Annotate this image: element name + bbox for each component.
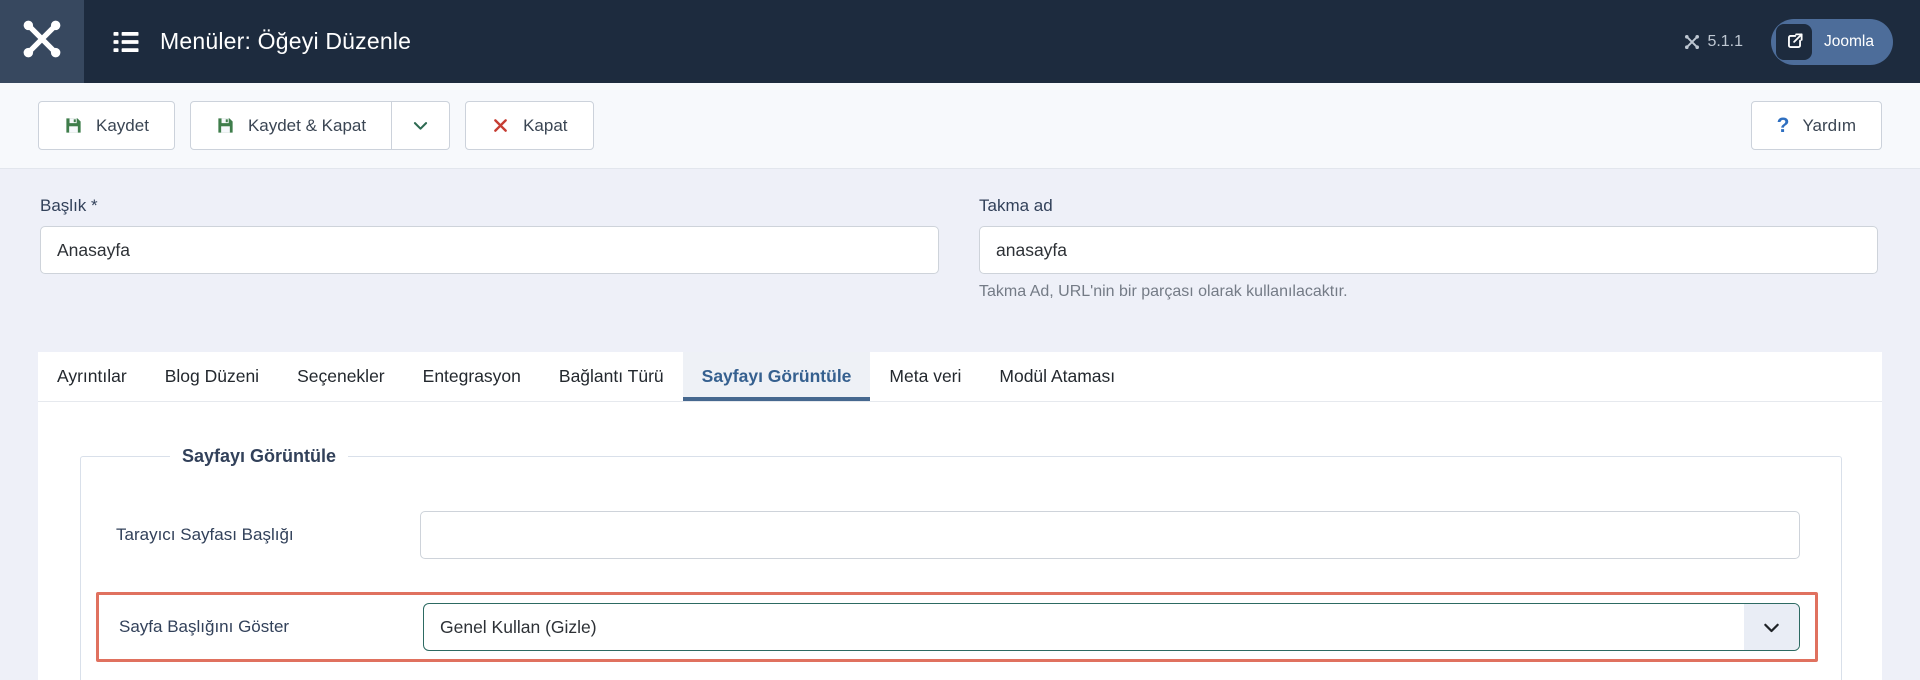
- tab-bar: Ayrıntılar Blog Düzeni Seçenekler Entegr…: [38, 352, 1882, 402]
- edit-tab-card: Ayrıntılar Blog Düzeni Seçenekler Entegr…: [38, 352, 1882, 680]
- tab-content-sayfayi-goruntule: Sayfayı Görüntüle Tarayıcı Sayfası Başlı…: [38, 402, 1882, 680]
- menu-list-icon: [111, 27, 141, 57]
- site-preview-label: Joomla: [1824, 32, 1874, 50]
- save-button[interactable]: Kaydet: [38, 101, 175, 150]
- browser-page-title-input[interactable]: [420, 511, 1800, 559]
- joomla-logo-icon: [21, 18, 63, 65]
- save-close-floppy-icon: [216, 116, 235, 135]
- tab-blog-duzeni[interactable]: Blog Düzeni: [146, 352, 278, 401]
- question-icon: ?: [1776, 114, 1790, 137]
- save-close-button-label: Kaydet & Kapat: [247, 115, 367, 135]
- close-x-icon: [491, 116, 510, 135]
- external-link-icon: [1776, 23, 1813, 60]
- browser-page-title-label: Tarayıcı Sayfası Başlığı: [116, 525, 294, 544]
- help-button-label: Yardım: [1802, 115, 1856, 135]
- show-page-heading-select[interactable]: Genel Kullan (Gizle): [423, 603, 1800, 651]
- show-page-heading-label: Sayfa Başlığını Göster: [119, 617, 290, 636]
- title-field-group: Başlık *: [40, 196, 939, 301]
- navbar: Menüler: Öğeyi Düzenle 5.1.1 Joomla: [0, 0, 1920, 83]
- alias-input[interactable]: [979, 226, 1878, 274]
- tab-modul-atamasi[interactable]: Modül Ataması: [980, 352, 1134, 401]
- tab-baglanti-turu[interactable]: Bağlantı Türü: [540, 352, 683, 401]
- alias-field-label: Takma ad: [979, 196, 1053, 215]
- main-content: Başlık * Takma ad Takma Ad, URL'nin bir …: [0, 169, 1920, 680]
- title-input[interactable]: [40, 226, 939, 274]
- save-button-label: Kaydet: [96, 115, 149, 135]
- browser-page-title-row: Tarayıcı Sayfası Başlığı: [116, 511, 1800, 559]
- select-chevron-zone: [1744, 604, 1799, 650]
- show-page-heading-row-highlighted: Sayfa Başlığını Göster Genel Kullan (Giz…: [96, 592, 1818, 662]
- close-button[interactable]: Kapat: [465, 101, 594, 150]
- title-alias-row: Başlık * Takma ad Takma Ad, URL'nin bir …: [0, 169, 1920, 301]
- page-title: Menüler: Öğeyi Düzenle: [160, 28, 412, 54]
- save-actions-dropdown-toggle[interactable]: [392, 101, 451, 150]
- tab-entegrasyon[interactable]: Entegrasyon: [404, 352, 540, 401]
- help-button[interactable]: ? Yardım: [1750, 101, 1882, 150]
- tab-meta-veri[interactable]: Meta veri: [870, 352, 980, 401]
- site-preview-button[interactable]: Joomla: [1771, 18, 1893, 65]
- close-button-label: Kapat: [523, 115, 568, 135]
- title-field-label: Başlık *: [40, 196, 98, 215]
- toolbar: Kaydet Kaydet & Kapat Kapat ? Yardım: [0, 83, 1920, 169]
- tab-sayfayi-goruntule[interactable]: Sayfayı Görüntüle: [682, 352, 871, 401]
- show-page-heading-select-value: Genel Kullan (Gizle): [440, 616, 597, 637]
- save-floppy-icon: [64, 116, 83, 135]
- joomla-version: 5.1.1: [1684, 33, 1743, 51]
- tab-ayrintilar[interactable]: Ayrıntılar: [38, 352, 146, 401]
- chevron-down-icon: [1764, 623, 1779, 632]
- fieldset-legend: Sayfayı Görüntüle: [182, 446, 337, 466]
- alias-field-group: Takma ad Takma Ad, URL'nin bir parçası o…: [979, 196, 1878, 301]
- chevron-down-icon: [411, 116, 430, 135]
- page-display-fieldset: Sayfayı Görüntüle Tarayıcı Sayfası Başlı…: [80, 446, 1842, 680]
- alias-help-text: Takma Ad, URL'nin bir parçası olarak kul…: [979, 283, 1348, 300]
- save-close-button[interactable]: Kaydet & Kapat: [189, 101, 393, 150]
- joomla-mini-icon: [1684, 34, 1700, 50]
- version-text: 5.1.1: [1707, 32, 1744, 50]
- joomla-logo-button[interactable]: [0, 0, 84, 83]
- save-close-split-button: Kaydet & Kapat: [189, 101, 451, 150]
- tab-secenekler[interactable]: Seçenekler: [278, 352, 404, 401]
